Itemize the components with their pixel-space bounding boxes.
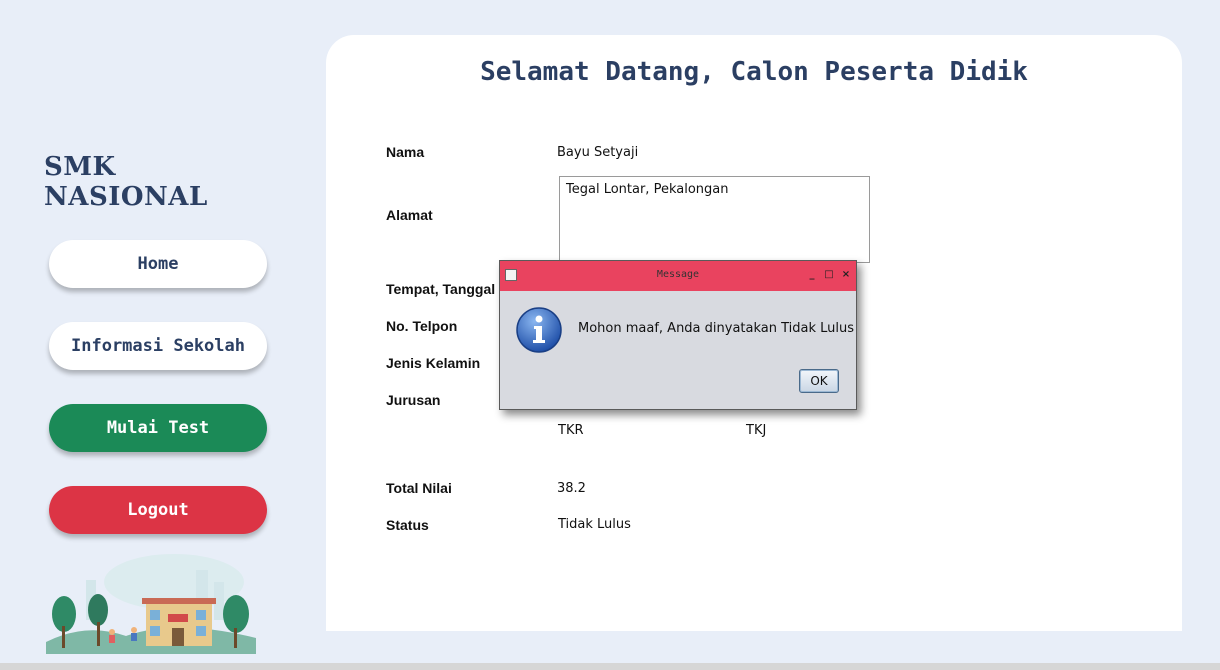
start-test-button[interactable]: Mulai Test (49, 404, 267, 452)
label-status: Status (386, 517, 429, 533)
dialog-message: Mohon maaf, Anda dinyatakan Tidak Lulus (578, 321, 855, 336)
label-no-telpon: No. Telpon (386, 318, 458, 334)
label-jenis-kelamin: Jenis Kelamin (386, 355, 481, 371)
info-icon (516, 307, 562, 353)
home-button[interactable]: Home (49, 240, 267, 288)
school-info-button[interactable]: Informasi Sekolah (49, 322, 267, 370)
maximize-icon[interactable]: □ (823, 268, 835, 282)
value-status: Tidak Lulus (558, 517, 631, 532)
dialog-titlebar[interactable]: Message _ □ × (500, 261, 856, 291)
school-illustration (46, 554, 256, 654)
close-icon[interactable]: × (840, 268, 852, 282)
jurusan-option-tkr[interactable]: TKR (558, 423, 584, 438)
message-dialog: Message _ □ × Mohon maaf, Anda dinyataka… (499, 260, 857, 410)
value-nama: Bayu Setyaji (557, 145, 639, 160)
label-nama: Nama (386, 144, 425, 160)
school-name: SMK NASIONAL (44, 152, 208, 212)
label-total-nilai: Total Nilai (386, 480, 452, 496)
logout-button[interactable]: Logout (49, 486, 267, 534)
minimize-icon[interactable]: _ (806, 268, 818, 282)
label-jurusan: Jurusan (386, 392, 441, 408)
label-alamat: Alamat (386, 207, 433, 223)
dialog-title: Message (656, 269, 700, 280)
jurusan-option-tkj[interactable]: TKJ (746, 423, 766, 438)
ok-button[interactable]: OK (799, 369, 839, 393)
window-bottom-border (0, 663, 1220, 670)
page-title: Selamat Datang, Calon Peserta Didik (480, 57, 1028, 87)
label-tempat-tanggal-lahir: Tempat, Tanggal L (386, 281, 508, 297)
alamat-textarea[interactable]: Tegal Lontar, Pekalongan (559, 176, 870, 263)
value-total-nilai: 38.2 (557, 481, 586, 496)
